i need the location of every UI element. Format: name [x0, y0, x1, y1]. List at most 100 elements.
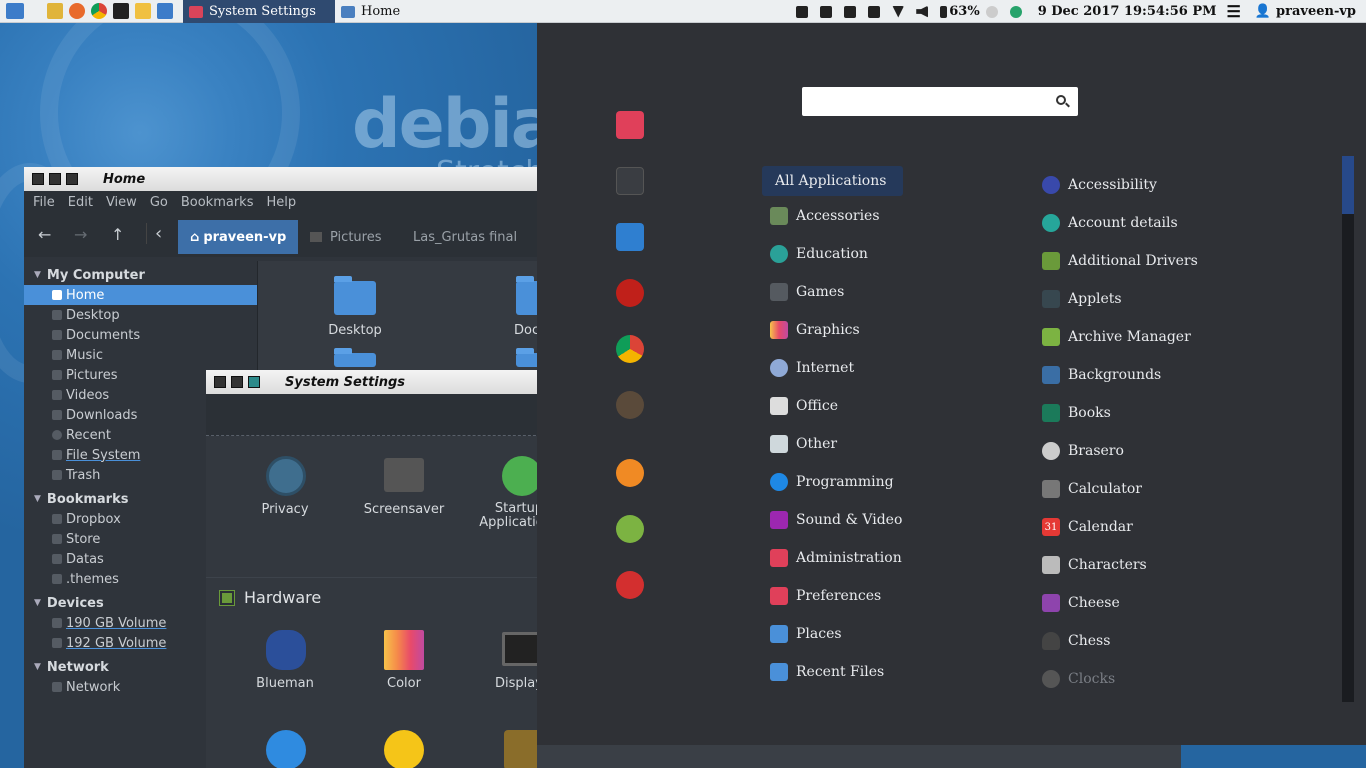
sidebar-item-music[interactable]: Music: [24, 345, 257, 365]
app-calendar[interactable]: 31 Calendar: [1042, 514, 1133, 540]
firefox-icon[interactable]: [69, 3, 85, 19]
menu-go[interactable]: Go: [150, 195, 168, 210]
lock-icon[interactable]: [616, 459, 644, 487]
sidebar-item-documents[interactable]: Documents: [24, 325, 257, 345]
startup-rocket-icon[interactable]: [502, 456, 542, 496]
privacy-icon[interactable]: [266, 456, 306, 496]
clock[interactable]: 9 Dec 2017 19:54:56 PM: [1038, 4, 1217, 19]
redshift-icon[interactable]: [985, 5, 998, 18]
logout-icon[interactable]: [616, 515, 644, 543]
notes-icon[interactable]: [844, 5, 857, 18]
category-preferences[interactable]: Preferences: [770, 582, 881, 610]
category-places[interactable]: Places: [770, 620, 842, 648]
minimize-button[interactable]: [231, 376, 243, 388]
maximize-button[interactable]: [66, 173, 78, 185]
app-brasero[interactable]: Brasero: [1042, 438, 1124, 464]
settings-mixer-icon[interactable]: [616, 111, 644, 139]
menu-file[interactable]: File: [33, 195, 55, 210]
maximize-button[interactable]: [248, 376, 260, 388]
globe-icon[interactable]: [266, 730, 306, 768]
power-bolt-icon[interactable]: [384, 730, 424, 768]
category-sound-video[interactable]: Sound & Video: [770, 506, 902, 534]
wifi-icon[interactable]: [892, 5, 905, 18]
user-name[interactable]: praveen-vp: [1276, 4, 1356, 19]
file-manager-titlebar[interactable]: Home: [24, 167, 544, 191]
system-settings-titlebar[interactable]: System Settings: [206, 370, 546, 394]
path-left-icon[interactable]: ‹: [146, 223, 162, 244]
close-button[interactable]: [214, 376, 226, 388]
app-cheese[interactable]: Cheese: [1042, 590, 1120, 616]
settings-item-color[interactable]: Color: [349, 676, 459, 691]
archive-icon[interactable]: [135, 3, 151, 19]
category-programming[interactable]: Programming: [770, 468, 894, 496]
terminal-icon[interactable]: [113, 3, 129, 19]
power-icon[interactable]: [616, 571, 644, 599]
settings-item-blueman[interactable]: Blueman: [230, 676, 340, 691]
folder-icon[interactable]: [334, 348, 376, 367]
menu-bookmarks[interactable]: Bookmarks: [181, 195, 254, 210]
update-icon[interactable]: [1009, 5, 1022, 18]
category-administration[interactable]: Administration: [770, 544, 902, 572]
sidebar-item-home[interactable]: Home: [24, 285, 257, 305]
category-graphics[interactable]: Graphics: [770, 316, 860, 344]
taskbar-item-home[interactable]: Home: [335, 0, 485, 23]
sidebar-section-my-computer[interactable]: My Computer: [24, 265, 257, 285]
file-label-desktop[interactable]: Desktop: [305, 323, 405, 338]
category-games[interactable]: Games: [770, 278, 844, 306]
breadcrumb-las-grutas[interactable]: Las_Grutas final: [413, 220, 517, 254]
hamburger-menu-icon[interactable]: ☰: [1227, 2, 1241, 21]
screensaver-icon[interactable]: [384, 458, 424, 492]
category-education[interactable]: Education: [770, 240, 868, 268]
app-clocks[interactable]: Clocks: [1042, 666, 1115, 692]
home-folder-icon[interactable]: [157, 3, 173, 19]
breadcrumb-home[interactable]: ⌂ praveen-vp: [178, 220, 299, 254]
up-arrow-icon[interactable]: ↑: [111, 225, 124, 244]
chrome-icon[interactable]: [91, 3, 107, 19]
app-applets[interactable]: Applets: [1042, 286, 1122, 312]
minimize-button[interactable]: [49, 173, 61, 185]
app-accessibility[interactable]: Accessibility: [1042, 172, 1157, 198]
chrome-icon[interactable]: [616, 335, 644, 363]
menu-edit[interactable]: Edit: [68, 195, 93, 210]
app-chess[interactable]: Chess: [1042, 628, 1110, 654]
category-internet[interactable]: Internet: [770, 354, 854, 382]
volume-icon[interactable]: [916, 5, 929, 18]
virtualbox-icon[interactable]: [616, 223, 644, 251]
files-launcher-icon[interactable]: [47, 3, 63, 19]
app-list-scrollbar[interactable]: [1342, 156, 1354, 702]
app-books[interactable]: Books: [1042, 400, 1111, 426]
display-icon[interactable]: [502, 632, 542, 666]
app-characters[interactable]: Characters: [1042, 552, 1147, 578]
sidebar-item-desktop[interactable]: Desktop: [24, 305, 257, 325]
app-calculator[interactable]: Calculator: [1042, 476, 1142, 502]
category-accessories[interactable]: Accessories: [770, 202, 880, 230]
terminal-icon[interactable]: [616, 167, 644, 195]
clipboard-icon[interactable]: [868, 5, 881, 18]
settings-item-privacy[interactable]: Privacy: [230, 502, 340, 517]
screenshot-icon[interactable]: [796, 5, 809, 18]
breadcrumb-pictures[interactable]: Pictures: [310, 220, 381, 254]
category-all-applications[interactable]: All Applications: [762, 166, 903, 196]
category-office[interactable]: Office: [770, 392, 838, 420]
app-account-details[interactable]: Account details: [1042, 210, 1178, 236]
search-box[interactable]: [802, 87, 1078, 116]
menu-view[interactable]: View: [106, 195, 137, 210]
search-input[interactable]: [802, 87, 1032, 116]
color-palette-icon[interactable]: [384, 630, 424, 670]
battery-icon[interactable]: [940, 5, 948, 18]
category-recent-files[interactable]: Recent Files: [770, 658, 884, 686]
close-button[interactable]: [32, 173, 44, 185]
forward-arrow-icon[interactable]: →: [74, 225, 87, 244]
desktop-folder-icon[interactable]: [334, 276, 376, 315]
bluetooth-icon[interactable]: [266, 630, 306, 670]
app-backgrounds[interactable]: Backgrounds: [1042, 362, 1161, 388]
settings-item-screensaver[interactable]: Screensaver: [349, 502, 459, 517]
menu-launcher-icon[interactable]: [6, 3, 24, 19]
app-archive-manager[interactable]: Archive Manager: [1042, 324, 1191, 350]
app-additional-drivers[interactable]: Additional Drivers: [1042, 248, 1198, 274]
back-arrow-icon[interactable]: ←: [38, 225, 51, 244]
category-other[interactable]: Other: [770, 430, 837, 458]
taskbar-item-system-settings[interactable]: System Settings: [183, 0, 335, 23]
scrollbar-thumb[interactable]: [1342, 156, 1354, 214]
gimp-icon[interactable]: [616, 391, 644, 419]
